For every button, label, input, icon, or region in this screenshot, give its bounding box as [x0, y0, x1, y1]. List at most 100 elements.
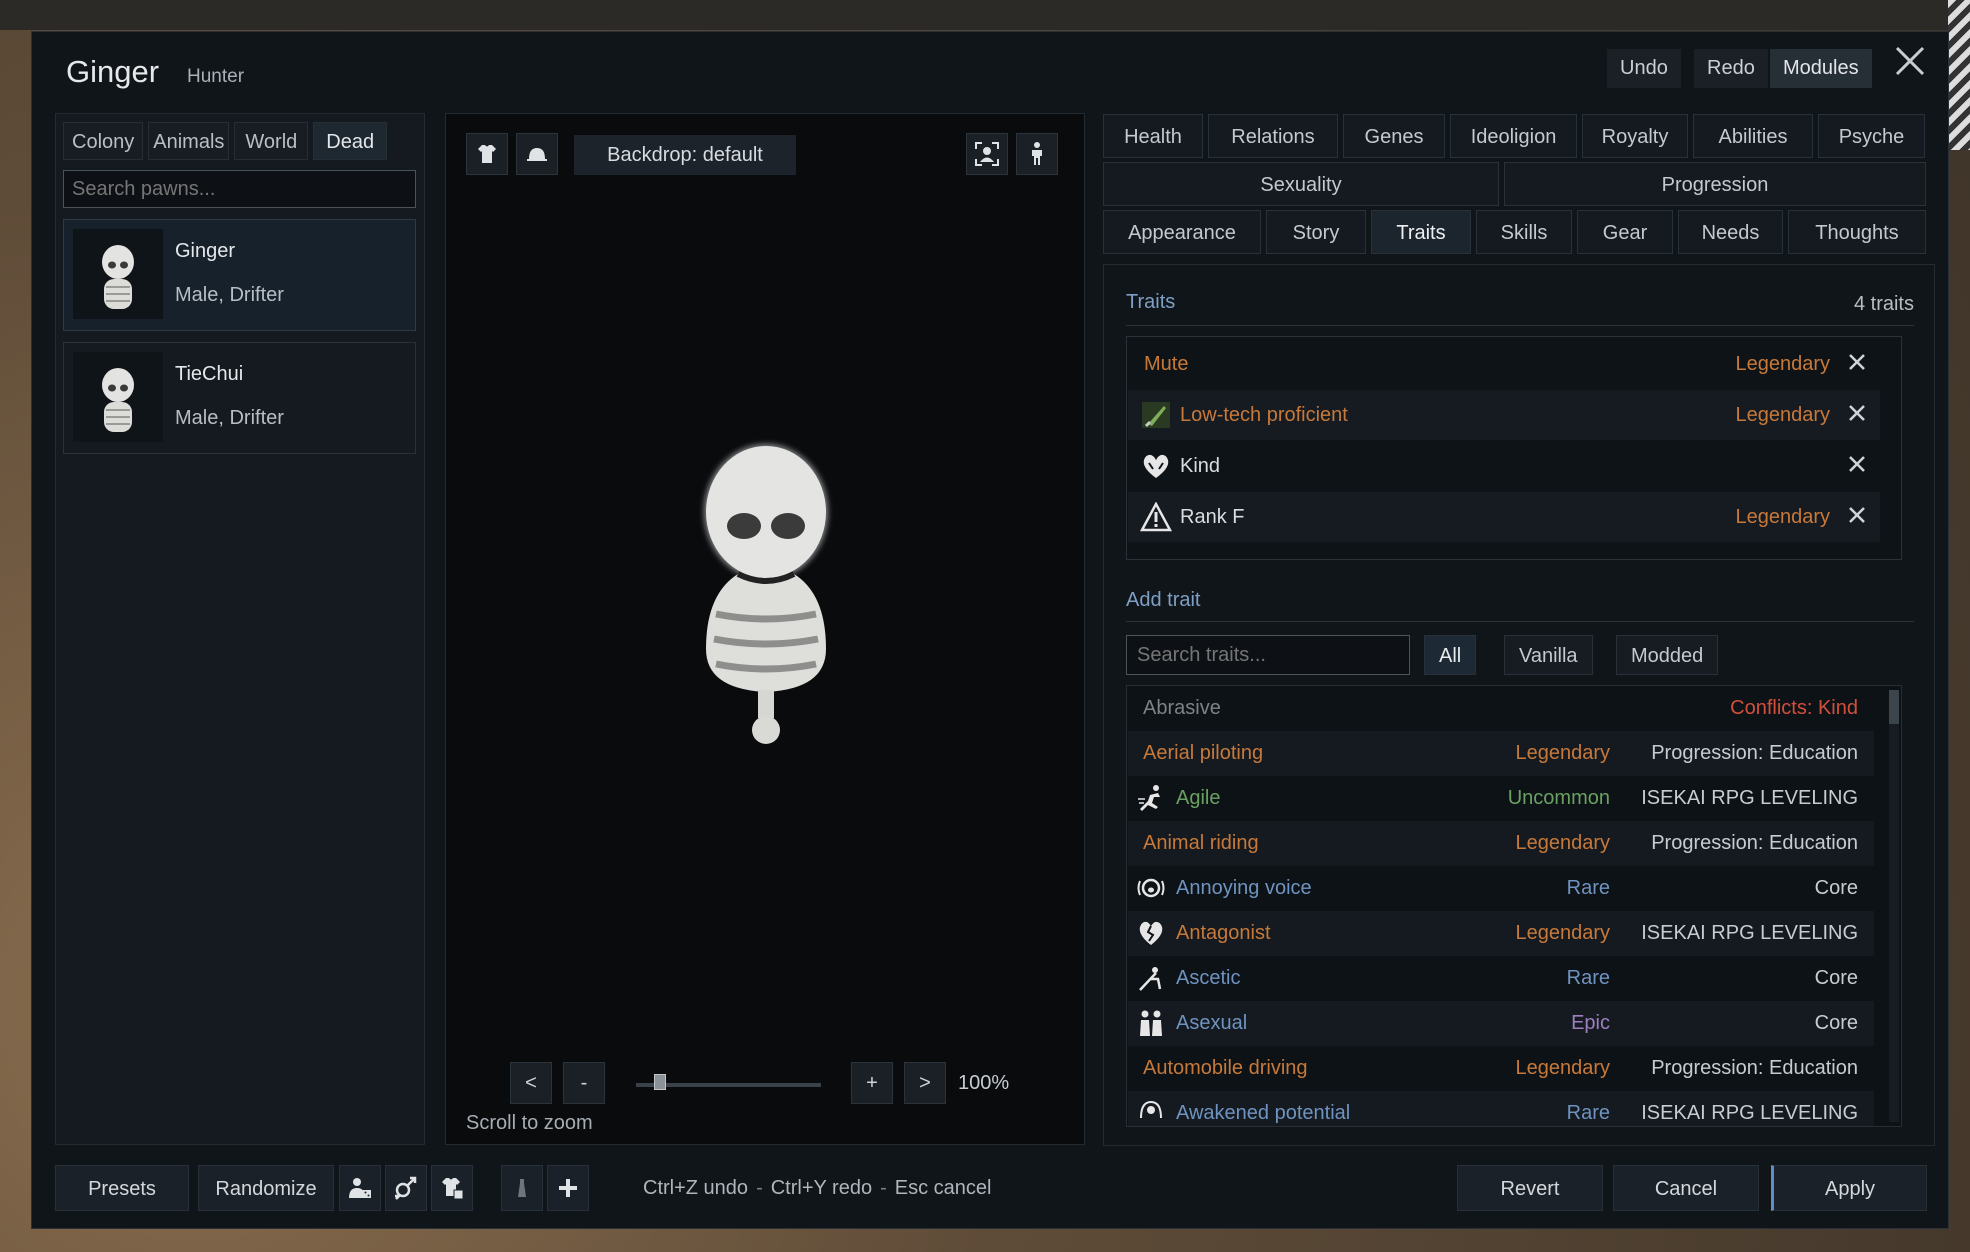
trait-name: Abrasive — [1143, 697, 1221, 719]
trait-list-item[interactable]: Annoying voice Rare Core — [1128, 866, 1874, 911]
trait-list-item[interactable]: Animal riding Legendary Progression: Edu… — [1128, 821, 1874, 866]
traits-section-title: Traits — [1126, 291, 1176, 313]
randomize-pawn-icon[interactable] — [339, 1165, 381, 1211]
scrollbar-thumb[interactable] — [1889, 690, 1899, 724]
zoom-prev-button[interactable]: < — [510, 1062, 552, 1104]
trait-conflict: Conflicts: Kind — [1730, 697, 1858, 719]
tab-relations[interactable]: Relations — [1208, 114, 1338, 158]
tab-sexuality[interactable]: Sexuality — [1103, 162, 1499, 206]
tab-appearance[interactable]: Appearance — [1103, 210, 1261, 254]
tab-progression[interactable]: Progression — [1504, 162, 1926, 206]
current-traits-list: Mute Legendary Low-tech proficient Legen… — [1126, 336, 1902, 560]
trait-rarity: Legendary — [1515, 742, 1610, 764]
apparel-random-icon[interactable] — [431, 1165, 473, 1211]
trait-list-item[interactable]: Automobile driving Legendary Progression… — [1128, 1046, 1874, 1091]
zoom-slider-knob[interactable] — [654, 1074, 666, 1090]
filter-all-button[interactable]: All — [1424, 635, 1477, 675]
zoom-next-button[interactable]: > — [904, 1062, 946, 1104]
trait-list-item[interactable]: Aerial piloting Legendary Progression: E… — [1128, 731, 1874, 776]
undo-hint: Ctrl+Z undo — [643, 1177, 749, 1199]
headgear-toggle-icon[interactable] — [516, 133, 558, 175]
filter-modded-button[interactable]: Modded — [1616, 635, 1719, 675]
redo-button[interactable]: Redo — [1694, 49, 1768, 88]
add-icon[interactable] — [547, 1165, 589, 1211]
trait-rarity: Legendary — [1735, 506, 1830, 528]
trait-source: Core — [1814, 877, 1858, 899]
trait-name: Animal riding — [1143, 832, 1259, 854]
apparel-toggle-icon[interactable] — [466, 133, 508, 175]
tab-row-2: Sexuality Progression — [1103, 162, 1926, 206]
pawn-title-name: Ginger — [66, 54, 160, 89]
tab-psyche[interactable]: Psyche — [1818, 114, 1925, 158]
trait-name: Automobile driving — [1143, 1057, 1308, 1079]
portrait-frame-icon[interactable] — [966, 133, 1008, 175]
scrollbar-track[interactable] — [1889, 690, 1899, 1122]
aura-icon — [1136, 1098, 1166, 1126]
trait-row: Rank F Legendary — [1128, 492, 1880, 542]
tab-ideoligion[interactable]: Ideoligion — [1450, 114, 1577, 158]
trait-list-item[interactable]: Antagonist Legendary ISEKAI RPG LEVELING — [1128, 911, 1874, 956]
tab-traits[interactable]: Traits — [1371, 210, 1471, 254]
tab-dead[interactable]: Dead — [313, 122, 388, 160]
trait-list-item[interactable]: Abrasive Conflicts: Kind — [1128, 686, 1874, 731]
trait-list-item[interactable]: Ascetic Rare Core — [1128, 956, 1874, 1001]
tab-health[interactable]: Health — [1103, 114, 1203, 158]
tab-abilities[interactable]: Abilities — [1693, 114, 1813, 158]
tab-story[interactable]: Story — [1266, 210, 1366, 254]
remove-trait-icon[interactable] — [1842, 347, 1872, 377]
tab-row-3: Appearance Story Traits Skills Gear Need… — [1103, 210, 1926, 254]
apply-button[interactable]: Apply — [1771, 1165, 1927, 1211]
trait-source: ISEKAI RPG LEVELING — [1641, 787, 1858, 809]
pawn-card[interactable]: Ginger Male, Drifter — [63, 219, 416, 331]
tab-needs[interactable]: Needs — [1678, 210, 1783, 254]
trait-source: Core — [1814, 967, 1858, 989]
undo-button[interactable]: Undo — [1607, 49, 1681, 88]
gender-icon[interactable] — [385, 1165, 427, 1211]
search-traits-input[interactable] — [1126, 635, 1410, 675]
hazard-stripes — [1948, 0, 1970, 150]
tab-gear[interactable]: Gear — [1577, 210, 1673, 254]
remove-trait-icon[interactable] — [1842, 500, 1872, 530]
trait-rarity: Rare — [1566, 1102, 1610, 1124]
tab-skills[interactable]: Skills — [1476, 210, 1572, 254]
trait-name: Annoying voice — [1176, 877, 1312, 899]
tab-animals[interactable]: Animals — [148, 122, 230, 160]
pawn-portrait — [73, 352, 163, 442]
tab-royalty[interactable]: Royalty — [1582, 114, 1688, 158]
traits-count: 4 traits — [1853, 293, 1914, 315]
remove-trait-icon[interactable] — [1842, 398, 1872, 428]
full-body-icon[interactable] — [1016, 133, 1058, 175]
pawn-description: Male, Drifter — [175, 407, 284, 429]
tab-thoughts[interactable]: Thoughts — [1788, 210, 1926, 254]
remove-trait-icon[interactable] — [1842, 449, 1872, 479]
revert-button[interactable]: Revert — [1457, 1165, 1603, 1211]
tab-world[interactable]: World — [234, 122, 309, 160]
hint-separator: - — [880, 1177, 887, 1199]
trait-list-item[interactable]: Awakened potential Rare ISEKAI RPG LEVEL… — [1128, 1091, 1874, 1126]
zoom-in-button[interactable]: + — [851, 1062, 893, 1104]
tab-colony[interactable]: Colony — [63, 122, 144, 160]
search-pawns-input[interactable] — [63, 170, 416, 208]
randomize-button[interactable]: Randomize — [198, 1165, 334, 1211]
filter-vanilla-button[interactable]: Vanilla — [1504, 635, 1593, 675]
available-traits-list: Abrasive Conflicts: Kind Aerial piloting… — [1126, 685, 1902, 1127]
pawn-preview-panel: Backdrop: default < - + > 100% Scroll to… — [445, 113, 1085, 1145]
lock-icon[interactable] — [501, 1165, 543, 1211]
cancel-button[interactable]: Cancel — [1613, 1165, 1759, 1211]
tab-genes[interactable]: Genes — [1343, 114, 1445, 158]
backdrop-selector[interactable]: Backdrop: default — [574, 135, 796, 175]
pawn-card[interactable]: TieChui Male, Drifter — [63, 342, 416, 454]
zoom-out-button[interactable]: - — [563, 1062, 605, 1104]
presets-button[interactable]: Presets — [55, 1165, 189, 1211]
trait-rarity: Legendary — [1735, 404, 1830, 426]
warning-triangle-icon — [1139, 501, 1173, 532]
trait-list-item[interactable]: Asexual Epic Core — [1128, 1001, 1874, 1046]
close-icon[interactable] — [1890, 44, 1930, 84]
trait-list-item[interactable]: Agile Uncommon ISEKAI RPG LEVELING — [1128, 776, 1874, 821]
traits-panel: Traits 4 traits Mute Legendary Low-tech … — [1103, 264, 1935, 1146]
heart-hands-icon — [1140, 451, 1172, 481]
zoom-percent: 100% — [958, 1072, 1010, 1094]
runner-icon — [1136, 783, 1166, 813]
modules-button[interactable]: Modules — [1770, 49, 1872, 88]
keyboard-shortcuts-hint: Ctrl+Z undo - Ctrl+Y redo - Esc cancel — [643, 1177, 991, 1200]
